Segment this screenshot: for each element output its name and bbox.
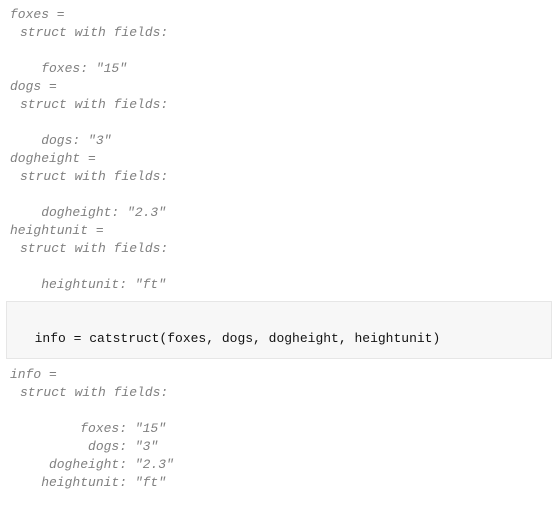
output-foxes-varline: foxes = (0, 6, 552, 24)
output-heightunit-varline: heightunit = (0, 222, 552, 240)
output-info-field-dogs: dogs: "3" (0, 438, 552, 456)
output-info-field-dogheight: dogheight: "2.3" (0, 456, 552, 474)
output-dogheight-field: dogheight: "2.3" (0, 204, 552, 222)
code-line: info = catstruct(foxes, dogs, dogheight,… (35, 331, 441, 346)
output-dogs-field: dogs: "3" (0, 132, 552, 150)
output-heightunit-header: struct with fields: (0, 240, 552, 258)
output-dogs-varline: dogs = (0, 78, 552, 96)
code-input-block: info = catstruct(foxes, dogs, dogheight,… (6, 301, 552, 359)
blank-line (0, 42, 552, 60)
output-heightunit-field: heightunit: "ft" (0, 276, 552, 294)
blank-line (0, 114, 552, 132)
blank-line (0, 402, 552, 420)
output-info-field-heightunit: heightunit: "ft" (0, 474, 552, 492)
blank-line (0, 258, 552, 276)
output-info-field-foxes: foxes: "15" (0, 420, 552, 438)
output-dogheight-header: struct with fields: (0, 168, 552, 186)
output-dogs-header: struct with fields: (0, 96, 552, 114)
output-foxes-field: foxes: "15" (0, 60, 552, 78)
output-info-header: struct with fields: (0, 384, 552, 402)
output-foxes-header: struct with fields: (0, 24, 552, 42)
blank-line (0, 186, 552, 204)
output-info-varline: info = (0, 366, 552, 384)
output-dogheight-varline: dogheight = (0, 150, 552, 168)
